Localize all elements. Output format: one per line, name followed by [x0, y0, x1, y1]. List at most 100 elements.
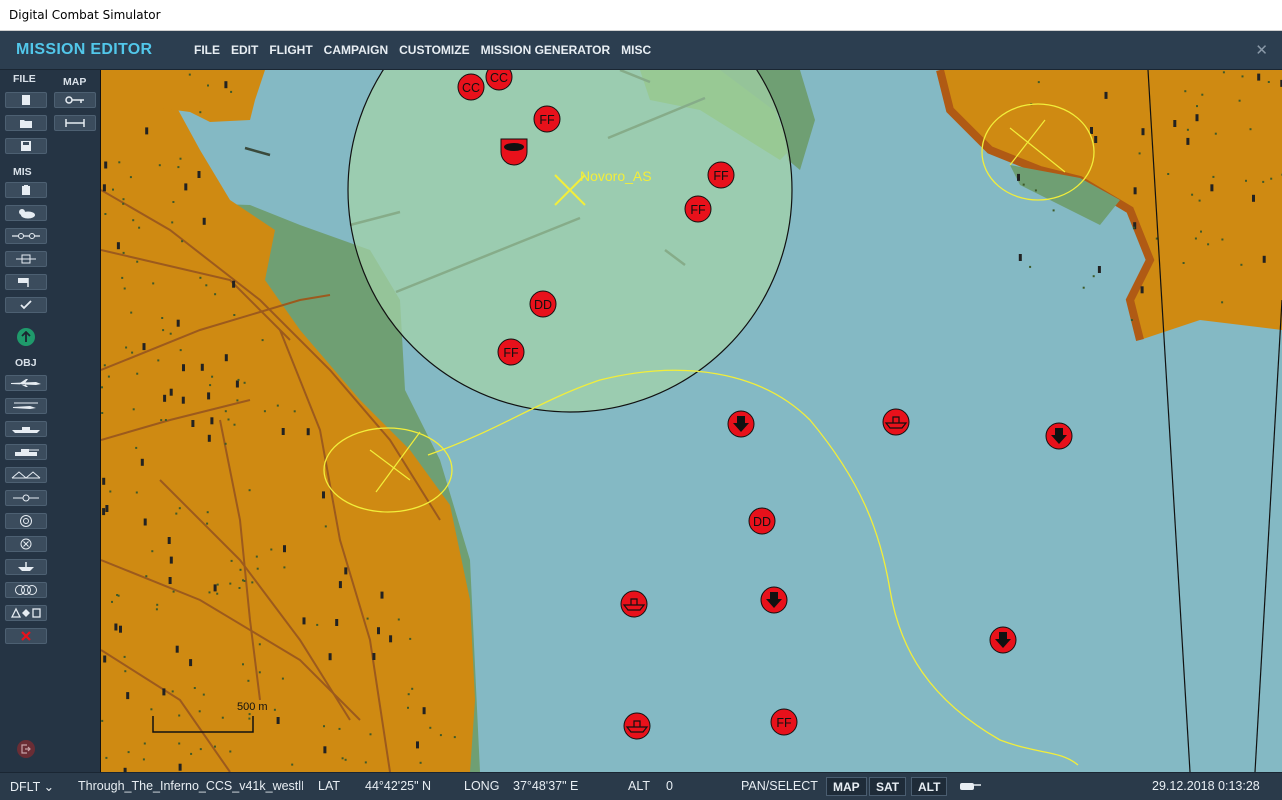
ship-unit-ff-5[interactable]: FF — [770, 708, 798, 736]
save-mission-button[interactable] — [5, 138, 47, 154]
goals-button[interactable] — [5, 297, 47, 313]
menu-campaign[interactable]: CAMPAIGN — [324, 43, 388, 57]
altitude-view-button[interactable]: ALT — [911, 777, 948, 796]
mission-map[interactable]: Novoro_AS 500 m CC CC FF FF FF DD FF DD … — [101, 70, 1282, 772]
fly-mission-button[interactable] — [17, 328, 35, 346]
lat-value: 44°42'25" N — [365, 779, 432, 793]
chevron-down-icon: ⌄ — [43, 780, 55, 794]
menu-misc[interactable]: MISC — [621, 43, 651, 57]
delete-x-icon — [21, 631, 31, 641]
trigger-zone-circle[interactable] — [347, 70, 793, 413]
add-vehicle-button[interactable] — [5, 444, 47, 460]
aircraft-unit-3[interactable] — [760, 586, 788, 614]
weather-button[interactable] — [5, 205, 47, 221]
destroy-zone-button[interactable] — [5, 536, 47, 552]
ship-unit-cc[interactable]: CC — [457, 73, 485, 101]
shapes-button[interactable] — [5, 605, 47, 621]
scale-bar-label: 500 m — [237, 701, 268, 713]
window-titlebar: Digital Combat Simulator — [0, 0, 1282, 31]
map-key-button[interactable] — [54, 92, 96, 108]
ship-unit-ff-3[interactable]: FF — [684, 195, 712, 223]
zone-name-label: Novoro_AS — [580, 168, 652, 184]
long-value: 37°48'37" E — [513, 779, 579, 793]
unit-label: FF — [690, 203, 706, 217]
profile-select[interactable]: DFLT ⌄ — [10, 779, 54, 794]
menu-mission-generator[interactable]: MISSION GENERATOR — [481, 43, 611, 57]
ruler-icon — [65, 119, 85, 127]
delete-button[interactable] — [5, 628, 47, 644]
anchor-base-icon — [18, 562, 34, 571]
submarine-unit[interactable] — [500, 138, 528, 166]
obj-section-label: OBJ — [15, 357, 37, 369]
ship-unit-ff-2[interactable]: FF — [707, 161, 735, 189]
map-canvas: Novoro_AS 500 m CC CC FF FF FF DD FF DD … — [101, 70, 1282, 772]
unit-filter-icon[interactable] — [958, 780, 982, 795]
aircraft-unit-4[interactable] — [989, 626, 1017, 654]
plane-icon — [11, 379, 41, 387]
unit-label: CC — [490, 71, 508, 85]
add-helicopter-button[interactable] — [5, 398, 47, 414]
trigger-zone-button[interactable] — [5, 251, 47, 267]
static-object-icon — [11, 471, 41, 479]
file-section-label: FILE — [13, 73, 36, 85]
tank-icon — [15, 449, 39, 456]
satellite-view-button[interactable]: SAT — [869, 777, 907, 796]
triggers-button[interactable] — [5, 274, 47, 290]
ship-icon — [12, 427, 40, 433]
lat-label: LAT — [318, 779, 340, 793]
mode-indicator: PAN/SELECT — [741, 779, 818, 793]
ship-unit-ff-4[interactable]: FF — [497, 338, 525, 366]
aircraft-unit-1[interactable] — [727, 410, 755, 438]
airfield-button[interactable] — [5, 559, 47, 575]
waypoint-route-icon — [12, 233, 40, 239]
key-icon — [65, 96, 84, 104]
target-zone-icon — [20, 515, 32, 527]
close-editor-icon[interactable]: ✕ — [1255, 41, 1268, 59]
folder-icon — [20, 119, 32, 128]
boat-unit-1[interactable] — [882, 408, 910, 436]
mission-briefing-button[interactable] — [5, 182, 47, 198]
unit-label: DD — [534, 298, 552, 312]
menu-edit[interactable]: EDIT — [231, 43, 258, 57]
clipboard-icon — [22, 185, 30, 195]
ship-unit-dd-2[interactable]: DD — [748, 507, 776, 535]
boat-unit-2[interactable] — [620, 590, 648, 618]
mis-section-label: MIS — [13, 166, 32, 178]
new-mission-button[interactable] — [5, 92, 47, 108]
route-button[interactable] — [5, 228, 47, 244]
main-menu: FILE EDIT FLIGHT CAMPAIGN CUSTOMIZE MISS… — [194, 43, 651, 57]
menu-customize[interactable]: CUSTOMIZE — [399, 43, 469, 57]
profile-value: DFLT — [10, 780, 41, 794]
grid-line-far-east — [1254, 299, 1282, 772]
add-template-button[interactable] — [5, 490, 47, 506]
add-ship-button[interactable] — [5, 421, 47, 437]
exit-editor-button[interactable] — [17, 740, 35, 758]
add-static-button[interactable] — [5, 467, 47, 483]
unit-label: FF — [713, 169, 729, 183]
ship-unit-dd-1[interactable]: DD — [529, 290, 557, 318]
group-button[interactable] — [5, 582, 47, 598]
alt-label: ALT — [628, 779, 650, 793]
flag-icon — [18, 278, 29, 287]
unit-label: CC — [462, 81, 480, 95]
add-zone-button[interactable] — [5, 513, 47, 529]
ship-unit-ff-1[interactable]: FF — [533, 105, 561, 133]
status-bar: DFLT ⌄ Through_The_Inferno_CCS_v41k_west… — [0, 772, 1282, 800]
ruler-button[interactable] — [54, 115, 96, 131]
menu-file[interactable]: FILE — [194, 43, 220, 57]
long-label: LONG — [464, 779, 500, 793]
aircraft-unit-2[interactable] — [1045, 422, 1073, 450]
mission-filename: Through_The_Inferno_CCS_v41k_westlI — [78, 779, 303, 793]
exit-icon — [21, 744, 31, 754]
map-view-button[interactable]: MAP — [826, 777, 867, 796]
boat-unit-3[interactable] — [623, 712, 651, 740]
add-plane-button[interactable] — [5, 375, 47, 391]
unit-label: FF — [539, 113, 555, 127]
arrow-up-icon — [21, 331, 31, 342]
template-icon — [13, 494, 39, 502]
new-file-icon — [22, 95, 30, 105]
open-mission-button[interactable] — [5, 115, 47, 131]
trigger-zone-icon — [16, 254, 36, 264]
menu-flight[interactable]: FLIGHT — [269, 43, 312, 57]
checkmark-icon — [20, 300, 32, 310]
